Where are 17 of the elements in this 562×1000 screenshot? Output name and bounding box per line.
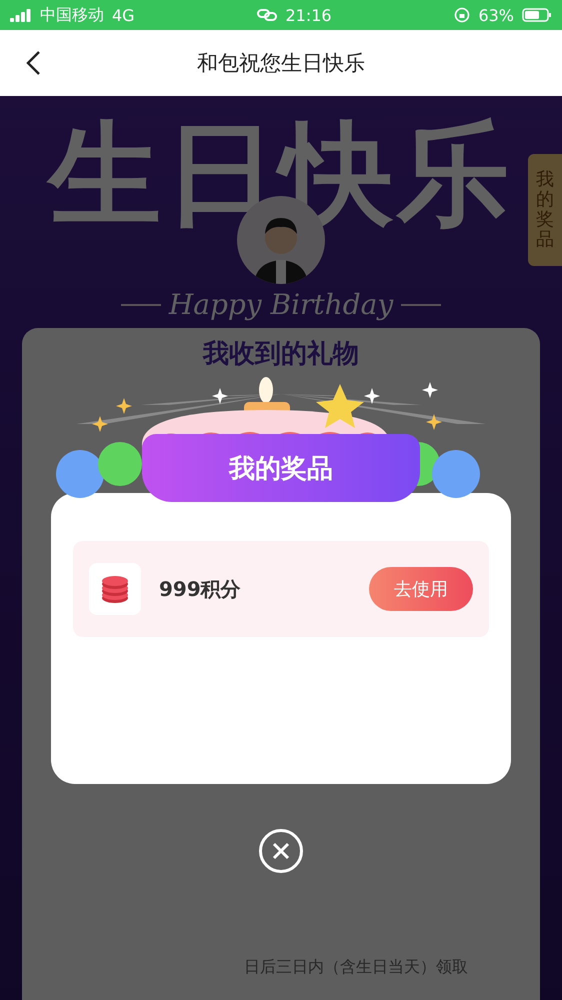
battery-icon [522,8,552,22]
dialog-title: 我的奖品 [229,452,333,486]
close-icon [271,841,291,861]
network-type: 4G [112,6,135,24]
rotation-lock-icon [454,7,470,23]
prize-name: 999积分 [159,576,242,602]
page-title: 和包祝您生日快乐 [197,50,365,77]
battery-percent: 63% [478,6,514,24]
close-button[interactable] [259,829,303,873]
birthday-subtitle: Happy Birthday [168,288,394,321]
use-button[interactable]: 去使用 [369,567,473,611]
signal-icon [10,8,32,22]
carrier-name: 中国移动 [40,4,104,26]
gift-card-title: 我收到的礼物 [203,338,359,371]
clock-time: 21:16 [285,6,332,24]
coin-stack-icon [89,563,141,615]
link-icon [257,9,278,21]
